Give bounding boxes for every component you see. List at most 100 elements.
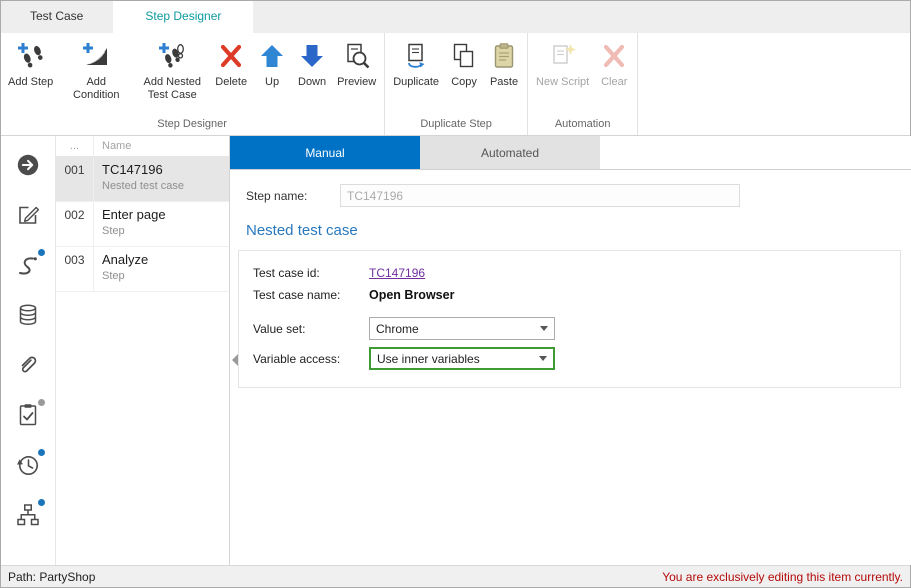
- tab-manual[interactable]: Manual: [230, 136, 420, 169]
- chevron-down-icon: [539, 356, 547, 361]
- main-area: ... Name 001 TC147196 Nested test case 0…: [0, 136, 911, 565]
- ribbon-buttons: Add Step Add Condition: [3, 35, 381, 115]
- up-label: Up: [265, 76, 279, 89]
- sidebar-item-checklist[interactable]: [4, 392, 52, 442]
- notification-dot: [38, 449, 45, 456]
- notification-dot: [38, 499, 45, 506]
- clear-button[interactable]: Clear: [594, 35, 634, 91]
- app-window: Test Case Step Designer Add: [0, 0, 911, 588]
- ribbon-buttons: New Script Clear: [531, 35, 634, 115]
- copy-icon: [449, 41, 479, 71]
- copy-button[interactable]: Copy: [444, 35, 484, 91]
- sidebar-item-testdata[interactable]: [4, 292, 52, 342]
- tab-step-designer[interactable]: Step Designer: [113, 0, 253, 33]
- ribbon-group-label-duplicate-step: Duplicate Step: [388, 115, 524, 135]
- step-name-input[interactable]: [340, 184, 740, 207]
- step-row[interactable]: 003 Analyze Step: [56, 247, 229, 292]
- ribbon-buttons: Duplicate Copy: [388, 35, 524, 115]
- value-set-label: Value set:: [253, 322, 369, 336]
- add-condition-button[interactable]: Add Condition: [58, 35, 134, 104]
- nested-test-case-fieldbox: Test case id: TC147196 Test case name: O…: [238, 250, 901, 388]
- duplicate-button[interactable]: Duplicate: [388, 35, 444, 91]
- step-detail-panel: Manual Automated Step name: Nested test …: [230, 136, 911, 565]
- add-step-icon: [16, 41, 46, 71]
- value-set-select[interactable]: Chrome: [369, 317, 555, 340]
- column-header-name[interactable]: Name: [94, 136, 229, 156]
- attachment-icon: [15, 352, 41, 383]
- field-row-value-set: Value set: Chrome: [253, 317, 900, 340]
- new-script-label: New Script: [536, 76, 589, 89]
- delete-label: Delete: [215, 76, 247, 89]
- status-edit-message: You are exclusively editing this item cu…: [662, 570, 903, 584]
- database-icon: [15, 302, 41, 333]
- step-type: Step: [102, 225, 166, 237]
- add-nested-test-case-button[interactable]: Add Nested Test Case: [134, 35, 210, 104]
- ribbon: Add Step Add Condition: [0, 33, 911, 136]
- up-button[interactable]: Up: [252, 35, 292, 91]
- paste-icon: [489, 41, 519, 71]
- sidebar-item-hierarchy[interactable]: [4, 492, 52, 542]
- step-row[interactable]: 002 Enter page Step: [56, 202, 229, 247]
- step-name: TC147196: [102, 162, 184, 177]
- variable-access-select[interactable]: Use inner variables: [369, 347, 555, 370]
- variable-access-selected-value: Use inner variables: [377, 352, 480, 366]
- step-type: Nested test case: [102, 180, 184, 192]
- go-icon: [15, 152, 41, 183]
- step-name: Enter page: [102, 207, 166, 222]
- add-condition-label: Add Condition: [63, 76, 129, 102]
- preview-button[interactable]: Preview: [332, 35, 381, 91]
- notification-dot: [38, 399, 45, 406]
- sidebar-item-attachments[interactable]: [4, 342, 52, 392]
- status-bar: Path: PartyShop You are exclusively edit…: [0, 565, 911, 588]
- clear-icon: [599, 41, 629, 71]
- sidebar-item-step-designer[interactable]: [4, 242, 52, 292]
- step-number: 001: [56, 157, 94, 201]
- ribbon-group-label-automation: Automation: [531, 115, 634, 135]
- add-step-button[interactable]: Add Step: [3, 35, 58, 91]
- ribbon-group-label-step-designer: Step Designer: [3, 115, 381, 135]
- detail-heading: Nested test case: [246, 222, 901, 239]
- detail-tab-strip: Manual Automated: [230, 136, 911, 170]
- variable-access-label: Variable access:: [253, 352, 369, 366]
- step-name-row: Step name:: [246, 184, 901, 207]
- sidebar-item-history[interactable]: [4, 442, 52, 492]
- tab-test-case[interactable]: Test Case: [0, 0, 113, 33]
- clear-label: Clear: [601, 76, 627, 89]
- paste-label: Paste: [490, 76, 518, 89]
- copy-label: Copy: [451, 76, 477, 89]
- ribbon-group-automation: New Script Clear Automation: [528, 33, 638, 135]
- test-case-name-label: Test case name:: [253, 288, 369, 302]
- step-list-panel: ... Name 001 TC147196 Nested test case 0…: [56, 136, 230, 565]
- chevron-down-icon: [540, 326, 548, 331]
- step-list-header: ... Name: [56, 136, 229, 157]
- delete-button[interactable]: Delete: [210, 35, 252, 91]
- sidebar-item-edit[interactable]: [4, 192, 52, 242]
- field-row-variable-access: Variable access: Use inner variables: [253, 347, 900, 370]
- column-header-options[interactable]: ...: [56, 136, 94, 156]
- duplicate-label: Duplicate: [393, 76, 439, 89]
- tab-automated[interactable]: Automated: [420, 136, 600, 169]
- status-path: Path: PartyShop: [8, 570, 95, 584]
- ribbon-group-duplicate-step: Duplicate Copy: [385, 33, 528, 135]
- down-arrow-icon: [297, 41, 327, 71]
- add-step-label: Add Step: [8, 76, 53, 89]
- step-type: Step: [102, 270, 148, 282]
- new-script-button[interactable]: New Script: [531, 35, 594, 91]
- paste-button[interactable]: Paste: [484, 35, 524, 91]
- step-row[interactable]: 001 TC147196 Nested test case: [56, 157, 229, 202]
- add-nested-test-case-icon: [157, 41, 187, 71]
- test-case-id-label: Test case id:: [253, 266, 369, 280]
- test-case-id-link[interactable]: TC147196: [369, 266, 425, 280]
- left-icon-sidebar: [0, 136, 56, 565]
- sidebar-item-go[interactable]: [4, 142, 52, 192]
- add-condition-icon: [81, 41, 111, 71]
- step-number: 002: [56, 202, 94, 246]
- step-name-label: Step name:: [246, 189, 340, 203]
- down-label: Down: [298, 76, 326, 89]
- detail-content: Step name: Nested test case Test case id…: [230, 170, 911, 388]
- down-button[interactable]: Down: [292, 35, 332, 91]
- notification-dot: [38, 249, 45, 256]
- edit-icon: [15, 202, 41, 233]
- test-case-name-value: Open Browser: [369, 288, 454, 302]
- collapse-panel-handle[interactable]: [232, 354, 238, 366]
